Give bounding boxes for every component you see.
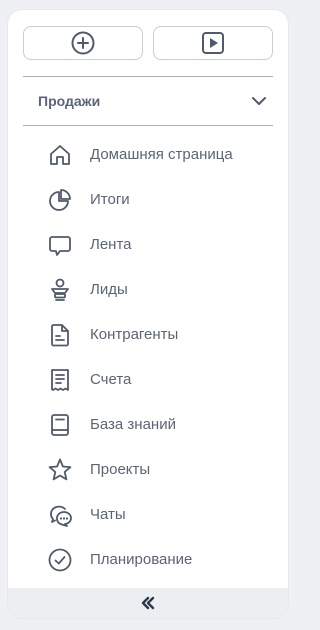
star-icon [46,456,74,484]
menu-item-label: Контрагенты [90,326,179,343]
menu-item-chats[interactable]: Чаты [46,492,276,537]
chat-bubble-icon [46,231,74,259]
play-button[interactable] [153,26,273,60]
collapse-sidebar-button[interactable] [8,588,288,618]
menu-item-home[interactable]: Домашняя страница [46,132,276,177]
section-title: Продажи [38,93,101,109]
double-chevron-left-icon [140,596,156,610]
chats-icon [46,501,74,529]
sidebar-panel: Продажи Домашняя страница Итоги Лента Ли… [8,10,288,618]
pie-chart-icon [46,186,74,214]
menu-item-planning[interactable]: Планирование [46,537,276,582]
sidebar-menu: Домашняя страница Итоги Лента Лиды Контр… [46,132,276,582]
play-square-icon [200,30,226,56]
menu-item-label: Лиды [90,281,128,298]
home-icon [46,141,74,169]
person-stack-icon [46,276,74,304]
menu-item-label: Лента [90,236,132,253]
add-button[interactable] [23,26,143,60]
plus-circle-icon [70,30,96,56]
menu-item-totals[interactable]: Итоги [46,177,276,222]
menu-item-label: Чаты [90,506,126,523]
menu-item-invoices[interactable]: Счета [46,357,276,402]
section-header-sales[interactable]: Продажи [23,77,273,125]
menu-item-label: Домашняя страница [90,146,233,163]
menu-item-label: Итоги [90,191,130,208]
menu-item-leads[interactable]: Лиды [46,267,276,312]
menu-item-label: Проекты [90,461,151,478]
book-icon [46,411,74,439]
menu-item-contractors[interactable]: Контрагенты [46,312,276,357]
chevron-down-icon[interactable] [249,91,269,111]
menu-item-label: База знаний [90,416,176,433]
menu-item-projects[interactable]: Проекты [46,447,276,492]
check-circle-icon [46,546,74,574]
menu-item-label: Счета [90,371,132,388]
menu-item-label: Планирование [90,551,193,568]
divider-section [23,125,273,126]
document-icon [46,321,74,349]
receipt-icon [46,366,74,394]
menu-item-knowledge-base[interactable]: База знаний [46,402,276,447]
top-toolbar [23,26,273,60]
menu-item-feed[interactable]: Лента [46,222,276,267]
